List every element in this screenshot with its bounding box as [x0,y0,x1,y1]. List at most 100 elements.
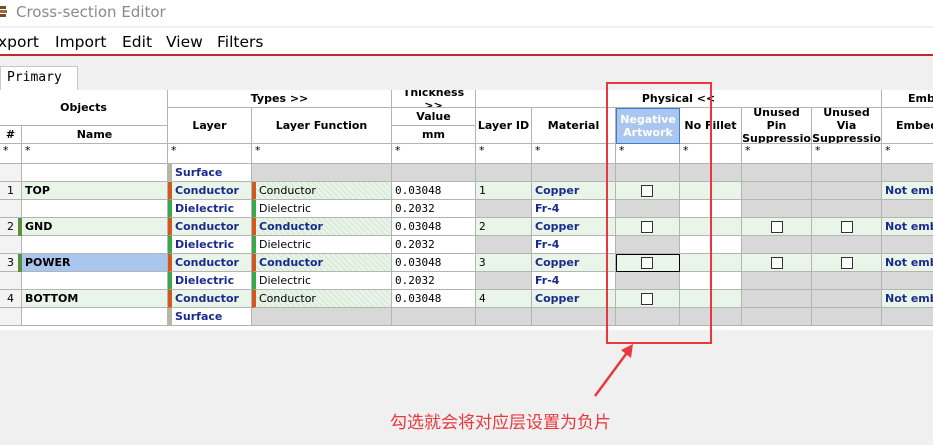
filter-num[interactable]: * [0,144,22,164]
row-name[interactable]: GND [22,218,168,236]
layer-id-cell[interactable]: 1 [476,182,532,200]
row-number[interactable] [0,200,22,218]
thickness-cell[interactable]: 0.03048 [392,218,476,236]
header-layer[interactable]: Layer [168,108,252,144]
unused-pin-checkbox[interactable] [771,221,783,233]
row-name[interactable] [22,200,168,218]
unused-via-cell [812,164,882,182]
unused-via-cell [812,182,882,200]
thickness-cell[interactable]: 0.2032 [392,200,476,218]
header-material[interactable]: Material [532,108,616,144]
thickness-cell[interactable]: 0.03048 [392,254,476,272]
thickness-cell[interactable]: 0.03048 [392,290,476,308]
layer-id-cell[interactable]: 2 [476,218,532,236]
material-cell[interactable]: Copper [532,182,616,200]
layer-function-cell[interactable]: Dielectric [252,236,392,254]
row-name[interactable] [22,272,168,290]
row-number[interactable] [0,272,22,290]
material-cell[interactable]: Fr-4 [532,236,616,254]
material-cell[interactable]: Fr-4 [532,200,616,218]
tab-primary[interactable]: Primary [0,66,78,90]
header-objects[interactable]: Objects [0,90,168,126]
row-name[interactable] [22,236,168,254]
layer-type-cell[interactable]: Dielectric [168,236,252,254]
layer-function-cell[interactable]: Dielectric [252,272,392,290]
unused-via-checkbox[interactable] [841,257,853,269]
header-thickness[interactable]: Thickness >> [392,90,476,108]
material-cell[interactable]: Copper [532,254,616,272]
thickness-cell[interactable]: 0.2032 [392,272,476,290]
unused-pin-cell [742,254,812,272]
row-number[interactable]: 1 [0,182,22,200]
layer-type-cell[interactable]: Conductor [168,218,252,236]
row-name[interactable]: BOTTOM [22,290,168,308]
unused-pin-checkbox[interactable] [771,257,783,269]
unused-pin-cell [742,200,812,218]
header-types[interactable]: Types >> [168,90,392,108]
menu-view[interactable]: View [166,32,203,52]
filter-unused-via[interactable]: * [812,144,882,164]
header-embed[interactable]: Embed [882,108,933,144]
material-cell[interactable]: Copper [532,218,616,236]
filter-layer[interactable]: * [168,144,252,164]
header-value[interactable]: Value [392,108,476,126]
row-name[interactable] [22,164,168,182]
filter-layer-id[interactable]: * [476,144,532,164]
material-cell[interactable]: Copper [532,290,616,308]
row-number[interactable] [0,236,22,254]
header-name[interactable]: Name [22,126,168,144]
layer-type-cell[interactable]: Surface [168,308,252,326]
row-name[interactable]: POWER [22,254,168,272]
annotation-text: 勾选就会将对应层设置为负片 [390,413,611,433]
embed-cell [882,236,933,254]
menu-filters[interactable]: Filters [217,32,263,52]
row-number[interactable] [0,308,22,326]
layer-function-cell[interactable]: Conductor [252,254,392,272]
layer-type-cell[interactable]: Conductor [168,290,252,308]
row-name[interactable]: TOP [22,182,168,200]
header-unused-pin[interactable]: Unused Pin Suppressio [742,108,812,144]
layer-type-cell[interactable]: Conductor [168,182,252,200]
row-number[interactable] [0,164,22,182]
header-num[interactable]: # [0,126,22,144]
layer-type-cell[interactable]: Dielectric [168,272,252,290]
embed-cell[interactable]: Not embe [882,182,933,200]
unused-pin-cell [742,182,812,200]
layer-function-cell[interactable]: Conductor [252,182,392,200]
embed-cell[interactable]: Not embe [882,218,933,236]
layer-type-cell[interactable]: Surface [168,164,252,182]
menu-import[interactable]: Import [55,32,106,52]
thickness-cell[interactable]: 0.03048 [392,182,476,200]
layer-id-cell[interactable]: 4 [476,290,532,308]
unused-via-cell [812,200,882,218]
header-emb[interactable]: Emb [882,90,933,108]
layer-id-cell [476,308,532,326]
filter-value[interactable]: * [392,144,476,164]
embed-cell[interactable]: Not embe [882,254,933,272]
embed-cell[interactable]: Not embe [882,290,933,308]
filter-embed[interactable]: * [882,144,933,164]
layer-function-cell[interactable]: Conductor [252,290,392,308]
layer-type-cell[interactable]: Conductor [168,254,252,272]
filter-material[interactable]: * [532,144,616,164]
row-name[interactable] [22,308,168,326]
header-layer-function[interactable]: Layer Function [252,108,392,144]
row-number[interactable]: 4 [0,290,22,308]
menu-edit[interactable]: Edit [122,32,152,52]
layer-id-cell[interactable]: 3 [476,254,532,272]
layer-type-cell[interactable]: Dielectric [168,200,252,218]
filter-layer-function[interactable]: * [252,144,392,164]
thickness-cell[interactable]: 0.2032 [392,236,476,254]
filter-name[interactable]: * [22,144,168,164]
embed-cell [882,164,933,182]
layer-function-cell[interactable]: Conductor [252,218,392,236]
thickness-cell [392,308,476,326]
unused-via-checkbox[interactable] [841,221,853,233]
layer-function-cell[interactable]: Dielectric [252,200,392,218]
app-icon [0,6,7,17]
filter-unused-pin[interactable]: * [742,144,812,164]
menu-export[interactable]: xport [0,32,39,52]
header-layer-id[interactable]: Layer ID [476,108,532,144]
material-cell[interactable]: Fr-4 [532,272,616,290]
header-unused-via[interactable]: Unused Via Suppressio [812,108,882,144]
